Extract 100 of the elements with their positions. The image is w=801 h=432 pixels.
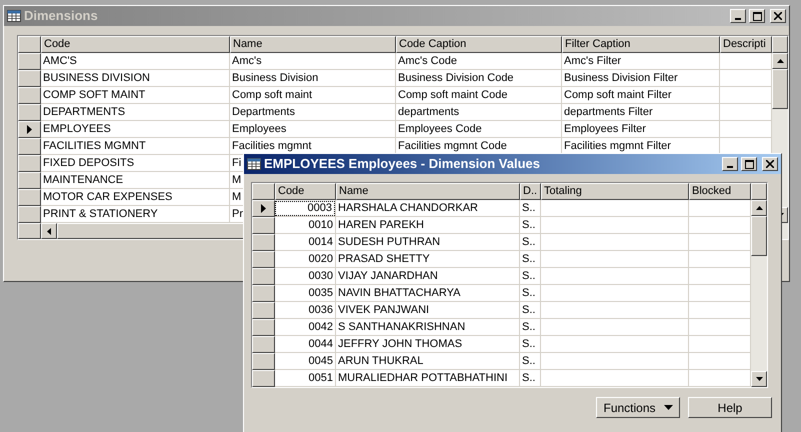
table-cell: departments xyxy=(396,104,562,121)
table-cell: 0044 xyxy=(275,336,336,353)
table-cell xyxy=(720,53,772,70)
table-cell: HAREN PAREKH xyxy=(336,217,520,234)
column-header[interactable]: Code Caption xyxy=(396,36,562,53)
table-cell: MOTOR CAR EXPENSES xyxy=(41,189,230,206)
scroll-left-button[interactable] xyxy=(41,223,57,239)
close-button[interactable] xyxy=(770,9,786,23)
header-corner[interactable] xyxy=(252,183,275,200)
row-selector[interactable] xyxy=(18,138,41,155)
scroll-down-icon xyxy=(756,377,762,381)
table-cell: 0051 xyxy=(275,370,336,387)
row-selector[interactable] xyxy=(252,200,275,217)
row-selector[interactable] xyxy=(252,251,275,268)
table-cell: Amc's Code xyxy=(396,53,562,70)
table-cell: MAINTENANCE xyxy=(41,172,230,189)
close-icon xyxy=(766,160,774,168)
column-header[interactable]: Filter Caption xyxy=(562,36,720,53)
row-selector[interactable] xyxy=(252,268,275,285)
table-cell: PRINT & STATIONERY xyxy=(41,206,230,223)
table-cell: EMPLOYEES xyxy=(41,121,230,138)
scroll-left-icon xyxy=(47,228,51,234)
table-cell: Employees Code xyxy=(396,121,562,138)
row-selector[interactable] xyxy=(18,53,41,70)
row-selector[interactable] xyxy=(252,336,275,353)
table-cell: 0042 xyxy=(275,319,336,336)
scroll-up-button[interactable] xyxy=(751,200,767,216)
table-cell: S.. xyxy=(520,200,541,217)
column-header[interactable]: Totaling xyxy=(541,183,689,200)
row-selector[interactable] xyxy=(252,319,275,336)
table-cell: S.. xyxy=(520,268,541,285)
table-cell: AMC'S xyxy=(41,53,230,70)
table-cell: VIJAY JANARDHAN xyxy=(336,268,520,285)
table-cell xyxy=(689,302,751,319)
table-cell: Business Division xyxy=(230,70,396,87)
maximize-icon xyxy=(744,160,754,168)
close-button[interactable] xyxy=(762,157,778,171)
row-selector[interactable] xyxy=(18,87,41,104)
row-selector[interactable] xyxy=(252,370,275,387)
table-cell: Employees Filter xyxy=(562,121,720,138)
table-cell: S.. xyxy=(520,302,541,319)
header-corner[interactable] xyxy=(18,36,41,53)
table-cell: PRASAD SHETTY xyxy=(336,251,520,268)
table-cell xyxy=(689,319,751,336)
row-selector[interactable] xyxy=(252,217,275,234)
row-selector[interactable] xyxy=(18,172,41,189)
table-cell: 0036 xyxy=(275,302,336,319)
column-header[interactable]: Name xyxy=(336,183,520,200)
row-selector[interactable] xyxy=(18,104,41,121)
table-cell: FACILITIES MGMNT xyxy=(41,138,230,155)
vertical-scrollbar[interactable] xyxy=(751,200,767,387)
caret-icon xyxy=(664,405,673,410)
table-cell xyxy=(689,251,751,268)
scroll-up-button[interactable] xyxy=(772,53,788,69)
row-selector[interactable] xyxy=(252,302,275,319)
table-cell xyxy=(689,200,751,217)
column-header[interactable]: Code xyxy=(41,36,230,53)
table-icon xyxy=(247,158,261,170)
maximize-button[interactable] xyxy=(749,9,765,23)
row-selector[interactable] xyxy=(18,121,41,138)
table-cell: Departments xyxy=(230,104,396,121)
table-cell: Comp soft maint xyxy=(230,87,396,104)
scroll-down-button[interactable] xyxy=(751,371,767,387)
table-cell xyxy=(720,70,772,87)
table-cell: S.. xyxy=(520,234,541,251)
table-cell: FIXED DEPOSITS xyxy=(41,155,230,172)
table-cell: BUSINESS DIVISION xyxy=(41,70,230,87)
row-selector[interactable] xyxy=(18,70,41,87)
table-cell: SUDESH PUTHRAN xyxy=(336,234,520,251)
table-cell: 0030 xyxy=(275,268,336,285)
table-cell: S.. xyxy=(520,251,541,268)
maximize-icon xyxy=(752,12,762,20)
table-cell: Business Division Filter xyxy=(562,70,720,87)
table-cell xyxy=(689,217,751,234)
row-selector[interactable] xyxy=(252,353,275,370)
scroll-thumb[interactable] xyxy=(751,216,767,256)
table-cell: Comp soft maint Filter xyxy=(562,87,720,104)
minimize-button[interactable] xyxy=(722,157,738,171)
scroll-thumb[interactable] xyxy=(772,69,788,109)
table-cell: S SANTHANAKRISHNAN xyxy=(336,319,520,336)
column-header[interactable]: D.. xyxy=(520,183,541,200)
column-header[interactable]: Name xyxy=(230,36,396,53)
table-cell: S.. xyxy=(520,353,541,370)
row-selector[interactable] xyxy=(18,155,41,172)
maximize-button[interactable] xyxy=(741,157,757,171)
table-cell: 0014 xyxy=(275,234,336,251)
column-header[interactable]: Blocked xyxy=(689,183,751,200)
help-button[interactable]: Help xyxy=(688,397,772,418)
window-title: Dimensions xyxy=(24,7,99,26)
column-header[interactable]: Code xyxy=(275,183,336,200)
functions-menu-button[interactable]: Functions xyxy=(596,397,680,418)
row-selector[interactable] xyxy=(18,206,41,223)
row-selector[interactable] xyxy=(252,285,275,302)
row-selector[interactable] xyxy=(18,189,41,206)
column-header[interactable]: Descripti xyxy=(720,36,772,53)
table-cell: HARSHALA CHANDORKAR xyxy=(336,200,520,217)
focused-cell[interactable]: 0003 xyxy=(275,200,335,216)
row-selector[interactable] xyxy=(252,234,275,251)
minimize-button[interactable] xyxy=(730,9,746,23)
scroll-up-icon xyxy=(756,206,762,210)
